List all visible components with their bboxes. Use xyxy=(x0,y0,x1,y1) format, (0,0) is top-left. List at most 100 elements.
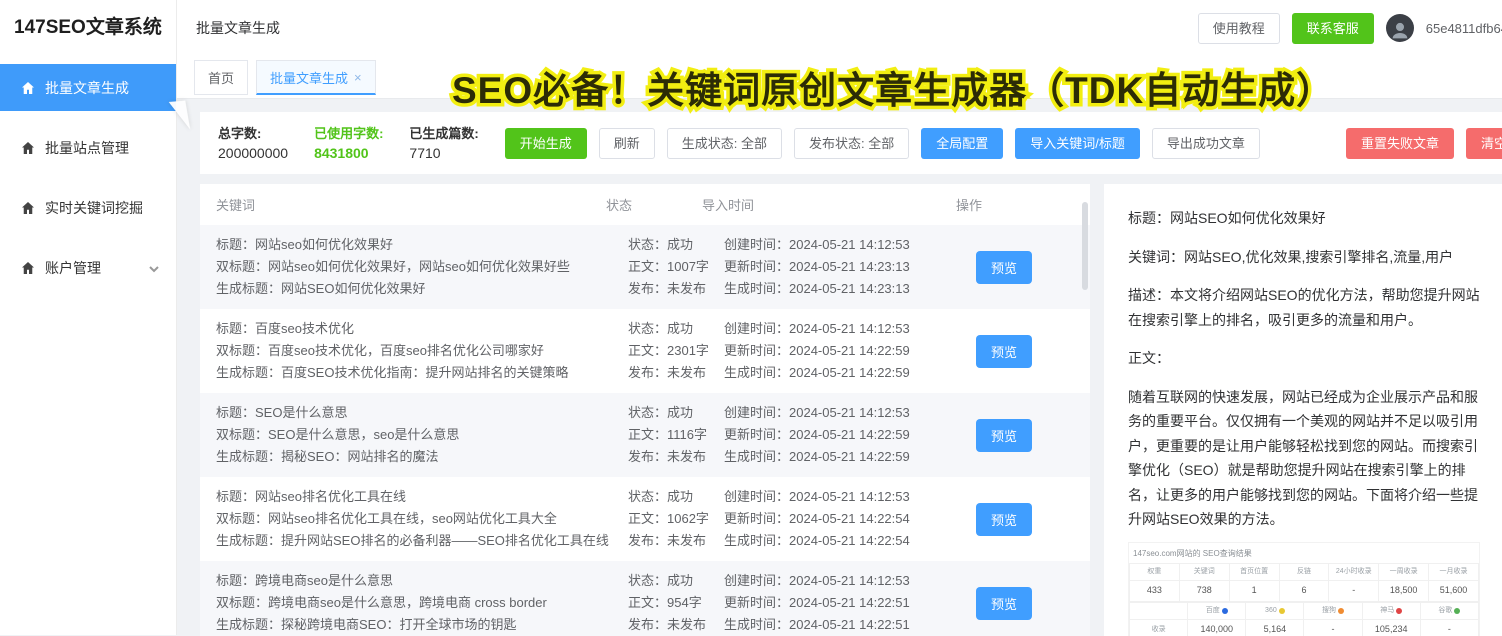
row-status: 状态：成功 xyxy=(628,402,724,424)
chevron-down-icon xyxy=(148,262,160,274)
publish-status-select[interactable]: 发布状态: 全部 xyxy=(794,128,909,159)
header-status: 状态 xyxy=(606,195,702,214)
row-generated: 生成时间：2024-05-21 14:22:51 xyxy=(724,614,956,636)
row-publish: 发布：未发布 xyxy=(628,530,724,552)
video-overlay-title: SEO必备！关键词原创文章生成器（TDK自动生成） xyxy=(452,60,1334,114)
article-preview-panel: 标题：网站SEO如何优化效果好 关键词：网站SEO,优化效果,搜索引擎排名,流量… xyxy=(1104,184,1502,636)
embed-engine-table: 百度 360 搜狗 神马 谷歌 收录 140,000 5,164 - 105,2… xyxy=(1129,602,1479,636)
row-created: 创建时间：2024-05-21 14:12:53 xyxy=(724,234,956,256)
topbar-actions: 使用教程 联系客服 65e4811dfb644f6 xyxy=(1198,13,1502,44)
tutorial-button[interactable]: 使用教程 xyxy=(1198,13,1280,44)
header-action: 操作 xyxy=(934,195,1074,214)
row-words: 正文：1116字 xyxy=(628,424,724,446)
row-created: 创建时间：2024-05-21 14:12:53 xyxy=(724,570,956,592)
sidebar-item-label: 批量站点管理 xyxy=(45,138,129,158)
table-row: 标题：网站seo排名优化工具在线 双标题：网站seo排名优化工具在线，seo网站… xyxy=(200,477,1090,561)
table-header: 关键词 状态 导入时间 操作 xyxy=(200,184,1090,225)
preview-title: 标题：网站SEO如何优化效果好 xyxy=(1128,206,1480,231)
generate-status-select[interactable]: 生成状态: 全部 xyxy=(667,128,782,159)
preview-button[interactable]: 预览 xyxy=(976,335,1032,368)
embed-summary-table: 权重关键词 首页位置反链 24小时收录一周收录 一月收录 433738 16 -… xyxy=(1129,563,1479,602)
table-scrollbar[interactable] xyxy=(1082,202,1088,290)
main-content: 总字数: 200000000 已使用字数: 8431800 已生成篇数: 771… xyxy=(176,99,1502,635)
table-row: 标题：网站seo如何优化效果好 双标题：网站seo如何优化效果好，网站seo如何… xyxy=(200,225,1090,309)
import-keywords-button[interactable]: 导入关键词/标题 xyxy=(1015,128,1140,159)
export-success-button[interactable]: 导出成功文章 xyxy=(1152,128,1260,159)
360-icon xyxy=(1279,608,1285,614)
row-gen-title: 生成标题：提升网站SEO排名的必备利器——SEO排名优化工具在线 xyxy=(216,530,628,552)
row-title: 标题：网站seo排名优化工具在线 xyxy=(216,486,628,508)
baidu-icon xyxy=(1222,608,1228,614)
sidebar-item-account[interactable]: 账户管理 xyxy=(0,244,176,291)
row-generated: 生成时间：2024-05-21 14:22:59 xyxy=(724,362,956,384)
avatar[interactable] xyxy=(1386,14,1414,42)
sidebar-item-batch-site[interactable]: 批量站点管理 xyxy=(0,124,176,171)
tab-close-icon[interactable]: × xyxy=(354,70,362,85)
row-gen-title: 生成标题：百度SEO技术优化指南：提升网站排名的关键策略 xyxy=(216,362,628,384)
article-table: 关键词 状态 导入时间 操作 标题：网站seo如何优化效果好 双标题：网站seo… xyxy=(200,184,1090,636)
row-gen-title: 生成标题：探秘跨境电商SEO：打开全球市场的钥匙 xyxy=(216,614,628,636)
row-words: 正文：954字 xyxy=(628,592,724,614)
row-title: 标题：跨境电商seo是什么意思 xyxy=(216,570,628,592)
row-updated: 更新时间：2024-05-21 14:22:54 xyxy=(724,508,956,530)
row-generated: 生成时间：2024-05-21 14:23:13 xyxy=(724,278,956,300)
refresh-button[interactable]: 刷新 xyxy=(599,128,655,159)
preview-button[interactable]: 预览 xyxy=(976,503,1032,536)
preview-paragraph: 随着互联网的快速发展，网站已经成为企业展示产品和服务的重要平台。仅仅拥有一个美观… xyxy=(1128,385,1480,532)
preview-button[interactable]: 预览 xyxy=(976,251,1032,284)
row-gen-title: 生成标题：网站SEO如何优化效果好 xyxy=(216,278,628,300)
global-config-button[interactable]: 全局配置 xyxy=(921,128,1003,159)
sidebar-item-keyword-mining[interactable]: 实时关键词挖掘 xyxy=(0,184,176,231)
home-icon xyxy=(20,260,36,276)
row-double-title: 双标题：网站seo如何优化效果好，网站seo如何优化效果好些 xyxy=(216,256,628,278)
stat-total-words: 总字数: 200000000 xyxy=(218,124,288,163)
tab-home[interactable]: 首页 xyxy=(194,60,248,95)
table-row: 标题：SEO是什么意思 双标题：SEO是什么意思，seo是什么意思 生成标题：揭… xyxy=(200,393,1090,477)
contact-support-button[interactable]: 联系客服 xyxy=(1292,13,1374,44)
breadcrumb: 批量文章生成 xyxy=(176,18,280,38)
row-words: 正文：1007字 xyxy=(628,256,724,278)
google-icon xyxy=(1454,608,1460,614)
row-words: 正文：2301字 xyxy=(628,340,724,362)
sidebar-item-label: 实时关键词挖掘 xyxy=(45,198,143,218)
header-keyword: 关键词 xyxy=(216,195,606,214)
row-gen-title: 生成标题：揭秘SEO：网站排名的魔法 xyxy=(216,446,628,468)
sidebar-menu: 批量文章生成 批量站点管理 实时关键词挖掘 账户管理 xyxy=(0,64,176,291)
row-words: 正文：1062字 xyxy=(628,508,724,530)
row-publish: 发布：未发布 xyxy=(628,362,724,384)
tab-batch-article[interactable]: 批量文章生成 × xyxy=(256,60,376,95)
preview-button[interactable]: 预览 xyxy=(976,419,1032,452)
row-publish: 发布：未发布 xyxy=(628,278,724,300)
row-double-title: 双标题：SEO是什么意思，seo是什么意思 xyxy=(216,424,628,446)
tab-label: 批量文章生成 xyxy=(270,68,348,87)
embed-caption: 147seo.com网站的 SEO查询结果 xyxy=(1129,543,1479,563)
sidebar: 147SEO文章系统 批量文章生成 批量站点管理 实时关键词挖掘 账户管理 xyxy=(0,0,177,635)
home-icon xyxy=(20,140,36,156)
app-logo: 147SEO文章系统 xyxy=(0,0,176,56)
row-updated: 更新时间：2024-05-21 14:22:59 xyxy=(724,340,956,362)
sogou-icon xyxy=(1338,608,1344,614)
topbar: 批量文章生成 使用教程 联系客服 65e4811dfb644f6 xyxy=(176,0,1502,57)
sidebar-item-batch-article[interactable]: 批量文章生成 xyxy=(0,64,176,111)
row-generated: 生成时间：2024-05-21 14:22:59 xyxy=(724,446,956,468)
stat-generated-count: 已生成篇数: 7710 xyxy=(409,124,478,163)
row-double-title: 双标题：网站seo排名优化工具在线，seo网站优化工具大全 xyxy=(216,508,628,530)
preview-button[interactable]: 预览 xyxy=(976,587,1032,620)
sidebar-item-label: 批量文章生成 xyxy=(45,78,129,98)
row-double-title: 双标题：跨境电商seo是什么意思，跨境电商 cross border xyxy=(216,592,628,614)
user-id: 65e4811dfb644f6 xyxy=(1426,21,1502,36)
home-icon xyxy=(20,200,36,216)
start-generate-button[interactable]: 开始生成 xyxy=(505,128,587,159)
preview-body-label: 正文： xyxy=(1128,346,1480,371)
row-status: 状态：成功 xyxy=(628,486,724,508)
shenma-icon xyxy=(1396,608,1402,614)
clear-articles-button[interactable]: 清空文章 xyxy=(1466,128,1502,159)
row-created: 创建时间：2024-05-21 14:12:53 xyxy=(724,318,956,340)
reset-failed-button[interactable]: 重置失败文章 xyxy=(1346,128,1454,159)
preview-keywords: 关键词：网站SEO,优化效果,搜索引擎排名,流量,用户 xyxy=(1128,245,1480,270)
row-publish: 发布：未发布 xyxy=(628,614,724,636)
stats-toolbar: 总字数: 200000000 已使用字数: 8431800 已生成篇数: 771… xyxy=(200,112,1502,174)
row-title: 标题：百度seo技术优化 xyxy=(216,318,628,340)
row-title: 标题：网站seo如何优化效果好 xyxy=(216,234,628,256)
table-row: 标题：百度seo技术优化 双标题：百度seo技术优化，百度seo排名优化公司哪家… xyxy=(200,309,1090,393)
